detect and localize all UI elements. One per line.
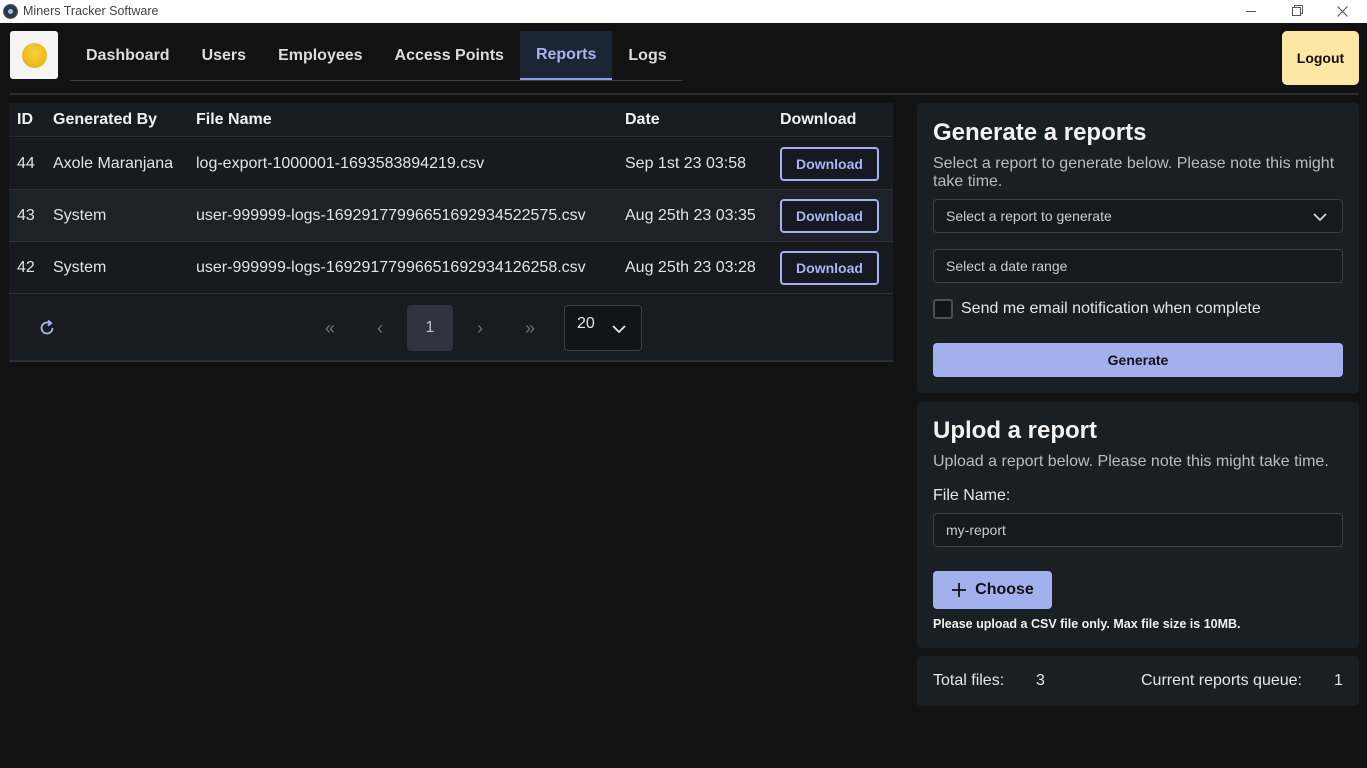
nav-logs[interactable]: Logs xyxy=(612,31,682,80)
minimize-button[interactable] xyxy=(1228,0,1274,23)
header-date[interactable]: Date xyxy=(625,111,660,129)
generate-button[interactable]: Generate xyxy=(933,343,1343,377)
total-files-label: Total files: xyxy=(933,672,1005,689)
prev-page-button[interactable]: ‹ xyxy=(357,305,403,351)
date-range-placeholder: Select a date range xyxy=(946,258,1068,274)
table-row: 43 System user-999999-logs-1692917799665… xyxy=(9,190,893,242)
upload-title: Uplod a report xyxy=(933,417,1098,444)
window-titlebar: Miners Tracker Software xyxy=(0,0,1367,23)
generate-title: Generate a reports xyxy=(933,119,1147,146)
cell-id: 42 xyxy=(17,258,35,276)
download-button[interactable]: Download xyxy=(780,146,879,181)
cell-id: 43 xyxy=(17,206,35,224)
file-name-input[interactable]: my-report xyxy=(933,513,1343,547)
chevron-down-icon xyxy=(1313,213,1327,222)
upload-description: Upload a report below. Please note this … xyxy=(933,453,1329,470)
header-generated-by[interactable]: Generated By xyxy=(53,111,157,129)
choose-file-button[interactable]: Choose xyxy=(933,571,1052,609)
generate-description: Select a report to generate below. Pleas… xyxy=(933,155,1335,190)
header-download: Download xyxy=(780,110,857,128)
sun-logo-icon xyxy=(21,42,47,68)
upload-note: Please upload a CSV file only. Max file … xyxy=(933,617,1241,631)
refresh-icon[interactable] xyxy=(37,318,57,338)
file-name-value: my-report xyxy=(946,522,1006,538)
minimize-icon xyxy=(1246,11,1256,12)
page-number-button[interactable]: 1 xyxy=(407,305,453,351)
queue-value: 1 xyxy=(1334,672,1343,689)
app-logo[interactable] xyxy=(10,31,58,79)
close-button[interactable] xyxy=(1319,0,1365,23)
report-type-placeholder: Select a report to generate xyxy=(946,208,1112,224)
cell-file-name: user-999999-logs-16929177996651692934522… xyxy=(196,206,586,224)
cell-file-name: log-export-1000001-1693583894219.csv xyxy=(196,154,485,172)
download-button[interactable]: Download xyxy=(780,250,879,285)
last-page-button[interactable]: » xyxy=(507,305,553,351)
restore-icon xyxy=(1291,7,1301,16)
next-page-button[interactable]: › xyxy=(457,305,503,351)
first-page-button[interactable]: « xyxy=(307,305,353,351)
stats-panel: Total files: 3 Current reports queue: 1 xyxy=(917,656,1359,706)
header-file-name[interactable]: File Name xyxy=(196,111,272,129)
nav-reports[interactable]: Reports xyxy=(519,31,613,80)
paginator: « ‹ 1 › » 20 xyxy=(9,294,893,362)
download-button[interactable]: Download xyxy=(780,198,879,233)
plus-icon xyxy=(952,583,967,597)
email-notification-label[interactable]: Send me email notification when complete xyxy=(961,300,1261,318)
generate-report-panel: Generate a reports Select a report to ge… xyxy=(917,103,1359,393)
app-icon xyxy=(3,4,18,19)
logout-button[interactable]: Logout xyxy=(1282,31,1359,85)
nav-users[interactable]: Users xyxy=(186,31,262,80)
table-row: 44 Axole Maranjana log-export-1000001-16… xyxy=(9,138,893,190)
table-row: 42 System user-999999-logs-1692917799665… xyxy=(9,242,893,294)
cell-date: Sep 1st 23 03:58 xyxy=(625,154,746,172)
queue-label: Current reports queue: xyxy=(1141,672,1302,689)
cell-generated-by: System xyxy=(53,206,107,224)
cell-file-name: user-999999-logs-16929177996651692934126… xyxy=(196,258,586,276)
window-title: Miners Tracker Software xyxy=(23,4,159,18)
nav-access-points[interactable]: Access Points xyxy=(379,31,520,80)
main-nav: Dashboard Users Employees Access Points … xyxy=(70,31,683,81)
upload-report-panel: Uplod a report Upload a report below. Pl… xyxy=(917,402,1359,648)
file-name-label: File Name: xyxy=(933,487,1011,504)
rows-per-page-value: 20 xyxy=(577,315,595,332)
email-notification-checkbox[interactable] xyxy=(933,299,953,319)
header-id[interactable]: ID xyxy=(17,111,33,129)
cell-date: Aug 25th 23 03:35 xyxy=(625,206,756,224)
choose-label: Choose xyxy=(975,581,1034,598)
table-header: ID Generated By File Name Date Download xyxy=(9,103,893,137)
email-notification-row: Send me email notification when complete xyxy=(933,299,1261,319)
rows-per-page-select[interactable]: 20 xyxy=(564,305,642,351)
nav-dashboard[interactable]: Dashboard xyxy=(70,31,186,80)
date-range-input[interactable]: Select a date range xyxy=(933,249,1343,283)
chevron-down-icon xyxy=(612,325,626,334)
close-icon xyxy=(1336,6,1348,17)
cell-generated-by: System xyxy=(53,258,107,276)
cell-id: 44 xyxy=(17,154,35,172)
cell-generated-by: Axole Maranjana xyxy=(53,154,174,172)
report-type-select[interactable]: Select a report to generate xyxy=(933,199,1343,233)
restore-button[interactable] xyxy=(1273,0,1319,23)
cell-date: Aug 25th 23 03:28 xyxy=(625,258,756,276)
total-files-value: 3 xyxy=(1036,672,1045,689)
header-divider xyxy=(10,93,1359,95)
nav-employees[interactable]: Employees xyxy=(262,31,378,80)
